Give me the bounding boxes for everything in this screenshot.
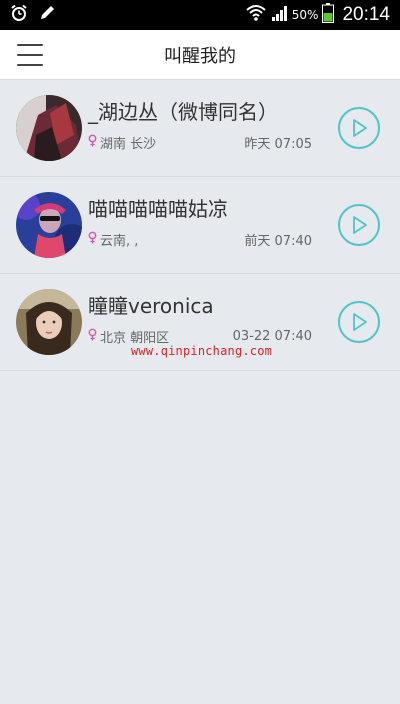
list-item[interactable]: 喵喵喵喵喵姑凉 云南, , 前天 07:40 bbox=[0, 177, 400, 274]
play-button[interactable] bbox=[338, 301, 380, 343]
avatar[interactable] bbox=[16, 192, 82, 258]
wifi-icon bbox=[246, 4, 266, 26]
play-icon bbox=[353, 313, 367, 331]
user-name: 喵喵喵喵喵姑凉 bbox=[88, 197, 228, 221]
location-text: 湖南 长沙 bbox=[100, 136, 157, 152]
top-bar: 叫醒我的 bbox=[0, 30, 400, 80]
item-meta: 云南, , 前天 07:40 bbox=[88, 229, 312, 249]
battery-percent: 50% bbox=[291, 8, 319, 22]
play-button[interactable] bbox=[338, 204, 380, 246]
user-name: 瞳瞳veronica bbox=[88, 294, 214, 318]
alarm-time: 昨天 07:05 bbox=[244, 136, 312, 152]
status-bar: 50% 20:14 bbox=[0, 0, 400, 30]
play-button[interactable] bbox=[338, 107, 380, 149]
battery-icon bbox=[322, 3, 335, 27]
list-item[interactable]: _湖边丛（微博同名） 湖南 长沙 昨天 07:05 bbox=[0, 80, 400, 177]
hamburger-menu-icon[interactable] bbox=[17, 44, 43, 66]
page-title: 叫醒我的 bbox=[164, 45, 236, 67]
avatar[interactable] bbox=[16, 95, 82, 161]
play-icon bbox=[353, 216, 367, 234]
location-pin-icon bbox=[88, 134, 97, 151]
alarm-icon bbox=[10, 4, 28, 26]
signal-icon bbox=[270, 4, 288, 26]
wake-up-list: _湖边丛（微博同名） 湖南 长沙 昨天 07:05 喵喵喵喵喵姑凉 云南, , … bbox=[0, 80, 400, 371]
status-time: 20:14 bbox=[342, 4, 390, 25]
location-pin-icon bbox=[88, 231, 97, 248]
pencil-icon bbox=[38, 4, 56, 26]
avatar[interactable] bbox=[16, 289, 82, 355]
user-name: _湖边丛（微博同名） bbox=[88, 100, 278, 124]
item-meta: 湖南 长沙 昨天 07:05 bbox=[88, 132, 312, 152]
play-icon bbox=[353, 119, 367, 137]
location-pin-icon bbox=[88, 328, 97, 345]
alarm-time: 前天 07:40 bbox=[244, 233, 312, 249]
location-text: 云南, , bbox=[100, 233, 139, 249]
item-meta: 北京 朝阳区 03-22 07:40 bbox=[88, 326, 312, 346]
location-text: 北京 朝阳区 bbox=[100, 330, 170, 346]
watermark-text: www.qinpinchang.com bbox=[131, 344, 273, 358]
alarm-time: 03-22 07:40 bbox=[232, 328, 312, 344]
